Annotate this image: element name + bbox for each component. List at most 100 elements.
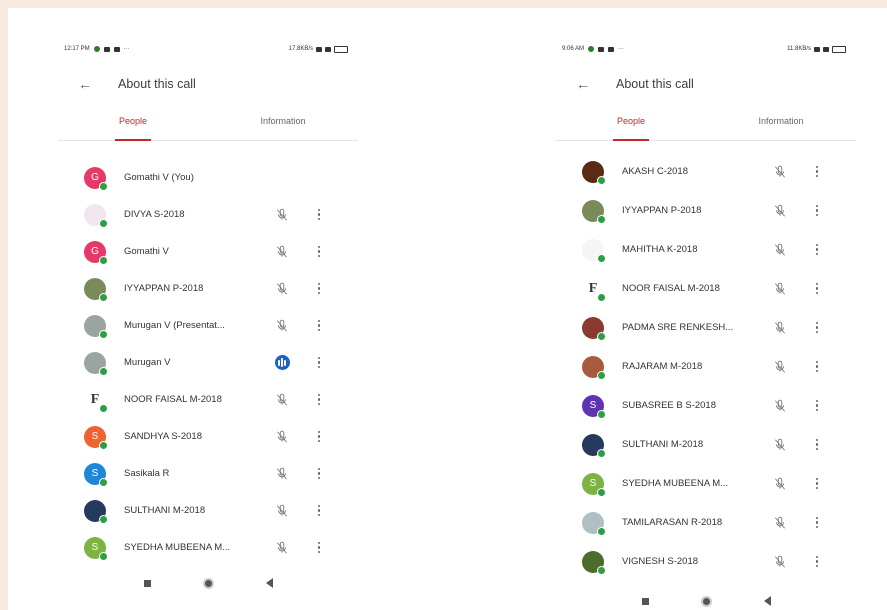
mic-muted-icon[interactable] <box>772 203 788 219</box>
participant-row[interactable]: TAMILARASAN R-2018 <box>556 503 856 542</box>
back-button[interactable] <box>763 596 771 606</box>
participant-row[interactable]: PADMA SRE RENKESH... <box>556 308 856 347</box>
avatar: F <box>84 388 108 413</box>
tab-people[interactable]: People <box>556 110 706 140</box>
more-options-icon[interactable] <box>314 208 324 221</box>
more-options-icon[interactable] <box>314 282 324 295</box>
status-time: 9:06 AM <box>562 46 585 52</box>
online-status-icon <box>597 175 606 185</box>
online-status-icon <box>99 255 108 265</box>
mic-muted-icon[interactable] <box>772 242 788 258</box>
back-arrow-icon[interactable]: ← <box>78 76 100 92</box>
more-options-icon[interactable] <box>314 541 324 554</box>
mic-muted-icon[interactable] <box>274 392 290 408</box>
participant-row[interactable]: RAJARAM M-2018 <box>556 347 856 386</box>
mic-muted-icon[interactable] <box>274 207 290 223</box>
more-options-icon[interactable] <box>314 245 324 258</box>
back-button[interactable] <box>265 578 273 588</box>
participant-row[interactable]: G Gomathi V <box>58 233 358 270</box>
tab-people[interactable]: People <box>58 110 208 140</box>
mic-muted-icon[interactable] <box>772 359 788 375</box>
participant-row[interactable]: Murugan V (Presentat... <box>58 307 358 344</box>
recents-button[interactable] <box>143 579 151 587</box>
more-options-icon[interactable] <box>314 504 324 517</box>
participant-row[interactable]: S SANDHYA S-2018 <box>58 418 358 455</box>
participant-row[interactable]: S Sasikala R <box>58 455 358 492</box>
mic-muted-icon[interactable] <box>274 429 290 445</box>
participant-name: MAHITHA K-2018 <box>622 244 698 255</box>
participant-row[interactable]: S SUBASREE B S-2018 <box>556 386 856 425</box>
participant-row[interactable]: G Gomathi V (You) <box>58 159 358 196</box>
participant-row[interactable]: F NOOR FAISAL M-2018 <box>556 269 856 308</box>
participant-name: SULTHANI M-2018 <box>622 439 704 450</box>
participant-row[interactable]: MAHITHA K-2018 <box>556 230 856 269</box>
participant-row[interactable]: S SYEDHA MUBEENA M... <box>556 464 856 503</box>
participant-row[interactable]: SULTHANI M-2018 <box>58 492 358 529</box>
mic-muted-icon[interactable] <box>772 554 788 570</box>
mic-muted-icon[interactable] <box>274 503 290 519</box>
back-arrow-icon[interactable]: ← <box>576 76 598 92</box>
participant-row[interactable]: DIVYA S-2018 <box>58 196 358 233</box>
participant-row[interactable]: IYYAPPAN P-2018 <box>58 270 358 307</box>
more-options-icon[interactable] <box>812 321 822 334</box>
more-options-icon[interactable] <box>314 467 324 480</box>
tab-information[interactable]: Information <box>706 110 856 140</box>
canvas: 12:17 PM ··· 17.8KB/s ← About this call … <box>8 8 887 610</box>
mic-muted-icon[interactable] <box>772 476 788 492</box>
more-options-icon[interactable] <box>314 319 324 332</box>
more-options-icon[interactable] <box>812 516 822 529</box>
mic-muted-icon[interactable] <box>772 515 788 531</box>
participant-name: RAJARAM M-2018 <box>622 361 703 372</box>
alarm-icon <box>316 46 322 52</box>
more-options-icon[interactable] <box>812 282 822 295</box>
more-options-icon[interactable] <box>812 204 822 217</box>
home-button[interactable] <box>700 595 712 607</box>
participant-name: Sasikala R <box>124 468 170 479</box>
participant-row[interactable]: Murugan V <box>58 344 358 381</box>
mic-muted-icon[interactable] <box>274 466 290 482</box>
mic-muted-icon[interactable] <box>772 320 788 336</box>
participant-row[interactable]: S SYEDHA MUBEENA M... <box>58 529 358 566</box>
online-status-icon <box>597 370 606 380</box>
app-icon <box>113 46 120 52</box>
mic-muted-icon[interactable] <box>274 281 290 297</box>
mic-muted-icon[interactable] <box>274 244 290 260</box>
notification-icon <box>93 46 100 52</box>
more-options-icon[interactable] <box>812 438 822 451</box>
avatar <box>84 203 108 228</box>
mic-muted-icon[interactable] <box>772 437 788 453</box>
more-options-icon[interactable] <box>812 399 822 412</box>
recents-button[interactable] <box>641 597 649 605</box>
avatar-initial: S <box>589 478 597 489</box>
more-options-icon[interactable] <box>314 430 324 443</box>
home-button[interactable] <box>202 577 214 589</box>
participant-row[interactable]: AKASH C-2018 <box>556 152 856 191</box>
participant-name: Gomathi V <box>124 246 169 257</box>
participant-row[interactable]: F NOOR FAISAL M-2018 <box>58 381 358 418</box>
participant-name: Murugan V <box>124 357 171 368</box>
more-options-icon[interactable] <box>314 356 324 369</box>
participant-row[interactable]: IYYAPPAN P-2018 <box>556 191 856 230</box>
mic-muted-icon[interactable] <box>274 318 290 334</box>
participant-name: SUBASREE B S-2018 <box>622 400 716 411</box>
avatar-initial: S <box>589 400 597 411</box>
participant-list: G Gomathi V (You) DIVYA S-2018 G Gomathi V IY… <box>58 159 358 566</box>
participant-row[interactable]: SULTHANI M-2018 <box>556 425 856 464</box>
more-options-icon[interactable] <box>314 393 324 406</box>
mic-muted-icon[interactable] <box>772 164 788 180</box>
tab-information[interactable]: Information <box>208 110 358 140</box>
more-options-icon[interactable] <box>812 360 822 373</box>
more-options-icon[interactable] <box>812 555 822 568</box>
mic-muted-icon[interactable] <box>772 281 788 297</box>
online-status-icon <box>99 366 108 376</box>
avatar: S <box>84 536 108 561</box>
mic-muted-icon[interactable] <box>274 540 290 556</box>
participant-row[interactable]: VIGNESH S-2018 <box>556 542 856 581</box>
mic-muted-icon[interactable] <box>772 398 788 414</box>
status-bar: 12:17 PM ··· 17.8KB/s <box>64 42 348 56</box>
more-options-icon[interactable] <box>812 477 822 490</box>
more-options-icon[interactable] <box>812 165 822 178</box>
alarm-icon <box>814 46 820 52</box>
more-options-icon[interactable] <box>812 243 822 256</box>
speaking-icon[interactable] <box>274 355 290 371</box>
